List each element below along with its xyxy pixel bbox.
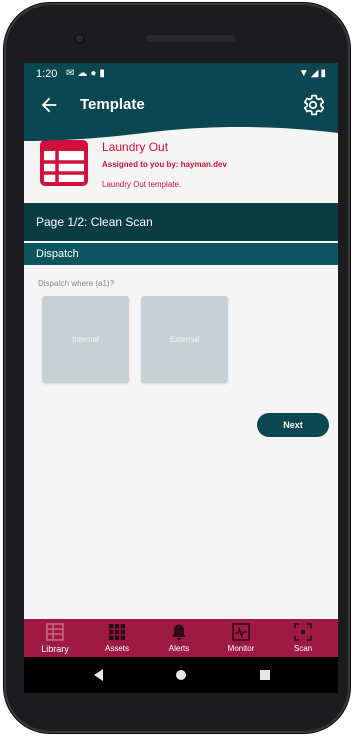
section-title: Dispatch — [36, 248, 79, 260]
app-bar: Template — [24, 87, 338, 125]
nav-label-monitor: Monitor — [227, 644, 255, 653]
template-assigned-by: Assigned to you by: hayman.dev — [102, 160, 227, 169]
status-time: 1:20 — [36, 68, 58, 80]
earpiece-speaker — [146, 35, 236, 42]
system-home-icon[interactable] — [172, 666, 190, 684]
screen: 1:20 ✉☁●▮ ▼◢▮ Template Laundry Out Assig… — [24, 63, 338, 693]
question-label: Dispatch where (a1)? — [38, 279, 115, 288]
nav-label-library: Library — [41, 644, 69, 654]
system-navigation-bar — [24, 657, 338, 693]
nav-label-scan: Scan — [293, 644, 313, 653]
next-button[interactable]: Next — [257, 413, 329, 437]
option-internal-button[interactable]: Internal — [42, 296, 129, 383]
nav-item-monitor[interactable]: Monitor — [210, 619, 272, 657]
template-description: Laundry Out template. — [102, 180, 182, 189]
nav-item-alerts[interactable]: Alerts — [148, 619, 210, 657]
header-wave-decoration — [24, 123, 338, 141]
front-camera — [74, 33, 85, 44]
page-header-text: Page 1/2: Clean Scan — [36, 215, 153, 229]
option-external-button[interactable]: External — [141, 296, 228, 383]
phone-frame: 1:20 ✉☁●▮ ▼◢▮ Template Laundry Out Assig… — [4, 3, 350, 733]
page-header-bar: Page 1/2: Clean Scan — [24, 203, 338, 241]
settings-gear-icon[interactable] — [300, 92, 326, 118]
nav-item-library[interactable]: Library — [24, 619, 86, 657]
page-title: Template — [80, 96, 145, 113]
library-icon — [46, 623, 64, 641]
nav-label-alerts: Alerts — [168, 644, 190, 653]
nav-item-scan[interactable]: Scan — [272, 619, 334, 657]
back-arrow-icon[interactable] — [38, 94, 60, 116]
nav-label-assets: Assets — [104, 644, 129, 653]
system-back-icon[interactable] — [90, 666, 108, 684]
scan-icon — [294, 623, 312, 641]
nav-item-assets[interactable]: Assets — [86, 619, 148, 657]
signal-battery-icons: ▼◢▮ — [298, 68, 328, 79]
system-recents-icon[interactable] — [256, 666, 274, 684]
monitor-icon — [232, 623, 250, 641]
notification-icons: ✉☁●▮ — [66, 68, 108, 79]
bell-icon — [172, 624, 186, 640]
section-header-bar: Dispatch — [24, 243, 338, 265]
assets-grid-icon — [109, 624, 125, 640]
bottom-navigation: Library Assets Alerts Monitor Scan — [24, 619, 338, 657]
status-bar: 1:20 ✉☁●▮ ▼◢▮ — [24, 63, 338, 87]
